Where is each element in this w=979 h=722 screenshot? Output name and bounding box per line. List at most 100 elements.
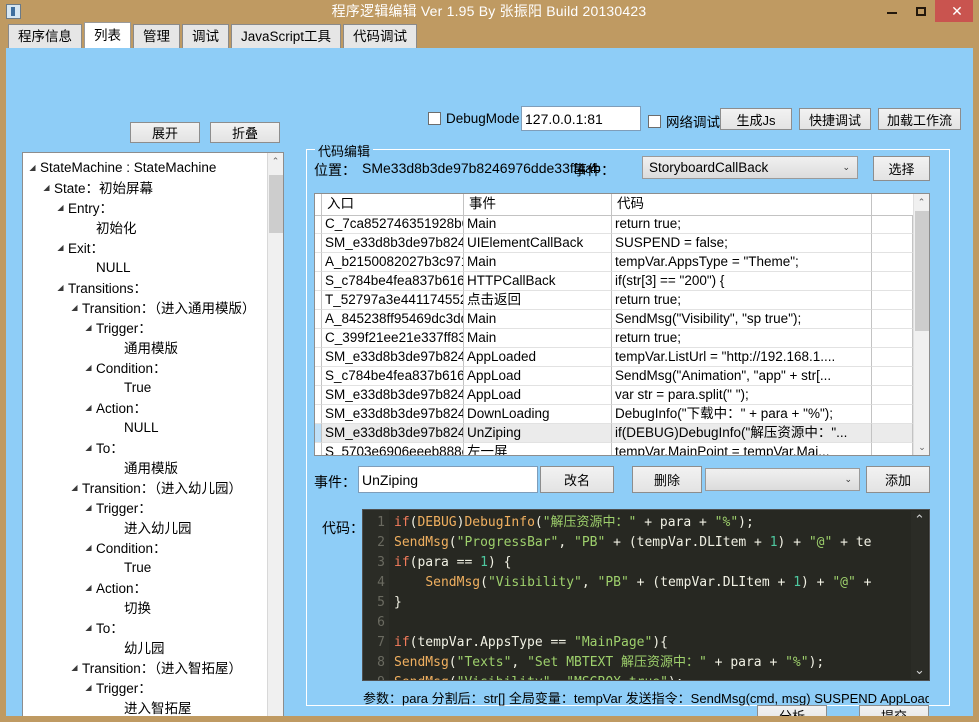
code-editor[interactable]: 123456789 if(DEBUG)DebugInfo("解压资源中：" + … — [362, 509, 930, 681]
tree-node[interactable]: 通用模版 — [27, 457, 268, 477]
tree-node[interactable]: ◢ Trigger： — [27, 497, 268, 517]
tree-node[interactable]: 通用模版 — [27, 337, 268, 357]
delete-button[interactable]: 删除 — [632, 466, 702, 493]
tree-node[interactable]: NULL — [27, 257, 268, 277]
scroll-up-icon[interactable]: ⌃ — [911, 511, 928, 529]
tab-manage[interactable]: 管理 — [133, 24, 180, 48]
scrollbar-thumb[interactable] — [915, 211, 929, 331]
scroll-down-icon[interactable]: ⌄ — [914, 439, 929, 455]
scrollbar-thumb[interactable] — [269, 175, 283, 233]
quick-debug-button[interactable]: 快捷调试 — [799, 108, 871, 130]
table-row[interactable]: SM_e33d8b3de97b8246976dUnZipingif(DEBUG)… — [315, 424, 913, 443]
row-selector[interactable] — [315, 310, 322, 329]
table-row[interactable]: C_7ca852746351928b6152f99Mainreturn true… — [315, 215, 913, 234]
tab-list[interactable]: 列表 — [84, 22, 131, 48]
triangle-expanded-icon[interactable]: ◢ — [83, 403, 94, 412]
expand-button[interactable]: 展开 — [130, 122, 200, 143]
row-selector[interactable] — [315, 329, 322, 348]
scroll-down-icon[interactable]: ⌄ — [268, 710, 283, 717]
generate-js-button[interactable]: 生成Js — [720, 108, 792, 130]
collapse-button[interactable]: 折叠 — [210, 122, 280, 143]
grid-vertical-scrollbar[interactable]: ⌃ ⌄ — [913, 194, 929, 455]
tree-node[interactable]: ◢ Exit： — [27, 237, 268, 257]
tree-node[interactable]: ◢ To： — [27, 617, 268, 637]
close-button[interactable]: ✕ — [935, 0, 973, 22]
triangle-expanded-icon[interactable]: ◢ — [83, 543, 94, 552]
tree-node[interactable]: ◢ Transition：（进入智拓屋） — [27, 657, 268, 677]
grid-header-entry[interactable]: 入口 — [322, 194, 464, 215]
add-button[interactable]: 添加 — [866, 466, 930, 493]
add-event-select[interactable]: ⌄ — [705, 468, 860, 491]
debug-ip-input[interactable] — [521, 106, 641, 131]
tree-node[interactable]: ◢ Trigger： — [27, 677, 268, 697]
grid-header-code[interactable]: 代码 — [612, 194, 872, 215]
tree-node[interactable]: NULL — [27, 417, 268, 437]
tree-node[interactable]: 幼儿园 — [27, 637, 268, 657]
tree-node[interactable]: ◢ Action： — [27, 577, 268, 597]
tab-javascript-tools[interactable]: JavaScript工具 — [231, 24, 342, 48]
tree-node[interactable]: ◢ Transition：（进入通用模版） — [27, 297, 268, 317]
triangle-expanded-icon[interactable]: ◢ — [55, 203, 66, 212]
triangle-expanded-icon[interactable]: ◢ — [69, 483, 80, 492]
table-row[interactable]: SM_e33d8b3de97b8246976dAppLoadvar str = … — [315, 386, 913, 405]
tab-program-info[interactable]: 程序信息 — [8, 24, 82, 48]
scroll-up-icon[interactable]: ⌃ — [914, 194, 929, 210]
tree-node[interactable]: 初始化 — [27, 217, 268, 237]
scroll-up-icon[interactable]: ⌃ — [268, 153, 283, 169]
triangle-expanded-icon[interactable]: ◢ — [83, 503, 94, 512]
triangle-expanded-icon[interactable]: ◢ — [83, 443, 94, 452]
tree-node[interactable]: ◢ Action： — [27, 397, 268, 417]
minimize-button[interactable] — [877, 0, 906, 22]
row-selector[interactable] — [315, 348, 322, 367]
table-row[interactable]: A_b2150082027b3c9713bb00MaintempVar.Apps… — [315, 253, 913, 272]
load-workflow-button[interactable]: 加载工作流 — [878, 108, 961, 130]
table-row[interactable]: SM_e33d8b3de97b8246976dAppLoadedtempVar.… — [315, 348, 913, 367]
event-select[interactable]: StoryboardCallBack ⌄ — [642, 156, 858, 179]
triangle-expanded-icon[interactable]: ◢ — [83, 683, 94, 692]
row-selector[interactable] — [315, 367, 322, 386]
triangle-expanded-icon[interactable]: ◢ — [41, 183, 52, 192]
tree-node[interactable]: True — [27, 557, 268, 577]
triangle-expanded-icon[interactable]: ◢ — [83, 583, 94, 592]
tree-node[interactable]: True — [27, 377, 268, 397]
tree-node[interactable]: ◢ State：初始屏幕 — [27, 177, 268, 197]
table-row[interactable]: S_5703e6906eeeb888c66bf96左一屏tempVar.Main… — [315, 443, 913, 455]
row-selector[interactable] — [315, 386, 322, 405]
triangle-expanded-icon[interactable]: ◢ — [83, 623, 94, 632]
maximize-button[interactable] — [906, 0, 935, 22]
tree-node[interactable]: 进入智拓屋 — [27, 697, 268, 716]
submit-button[interactable]: 提交 — [859, 705, 929, 716]
row-selector[interactable] — [315, 405, 322, 424]
tree-node[interactable]: ◢ Entry： — [27, 197, 268, 217]
table-row[interactable]: T_52797a3e44117455299d03点击返回return true; — [315, 291, 913, 310]
table-row[interactable]: SM_e33d8b3de97b8246976dUIElementCallBack… — [315, 234, 913, 253]
select-button[interactable]: 选择 — [873, 156, 930, 181]
table-row[interactable]: C_399f21ee21e337ff835571aMainreturn true… — [315, 329, 913, 348]
tree-node[interactable]: ◢ StateMachine : StateMachine — [27, 157, 268, 177]
tree-node[interactable]: ◢ Transitions： — [27, 277, 268, 297]
triangle-expanded-icon[interactable]: ◢ — [27, 163, 38, 172]
triangle-expanded-icon[interactable]: ◢ — [55, 243, 66, 252]
table-row[interactable]: SM_e33d8b3de97b8246976dDownLoadingDebugI… — [315, 405, 913, 424]
row-selector[interactable] — [315, 215, 322, 234]
tree-node[interactable]: ◢Condition： — [27, 717, 268, 722]
tab-debug[interactable]: 调试 — [182, 24, 229, 48]
tree-node[interactable]: ◢ Transition：（进入幼儿园） — [27, 477, 268, 497]
rename-button[interactable]: 改名 — [540, 466, 614, 493]
triangle-expanded-icon[interactable]: ◢ — [83, 363, 94, 372]
table-row[interactable]: S_c784be4fea837b616ff877f3AppLoadSendMsg… — [315, 367, 913, 386]
row-selector[interactable] — [315, 443, 322, 455]
network-debug-checkbox[interactable]: 网络调试 — [648, 111, 720, 131]
tree-node[interactable]: 进入幼儿园 — [27, 517, 268, 537]
code-text-area[interactable]: if(DEBUG)DebugInfo("解压资源中：" + para + "%"… — [389, 510, 929, 680]
editor-vertical-scrollbar[interactable]: ⌃ ⌄ — [911, 511, 928, 679]
tree-node[interactable]: ◢ Trigger： — [27, 317, 268, 337]
tree-vertical-scrollbar[interactable]: ⌃ ⌄ — [267, 153, 283, 717]
analyze-button[interactable]: 分析 — [757, 705, 827, 716]
code-entries-grid[interactable]: 入口 事件 代码 C_7ca852746351928b6152f99Mainre… — [314, 193, 930, 456]
row-selector[interactable] — [315, 272, 322, 291]
tree-node[interactable]: ◢Condition： — [27, 537, 268, 557]
tree-node[interactable]: ◢ To： — [27, 437, 268, 457]
triangle-expanded-icon[interactable]: ◢ — [83, 323, 94, 332]
row-selector[interactable] — [315, 424, 322, 443]
